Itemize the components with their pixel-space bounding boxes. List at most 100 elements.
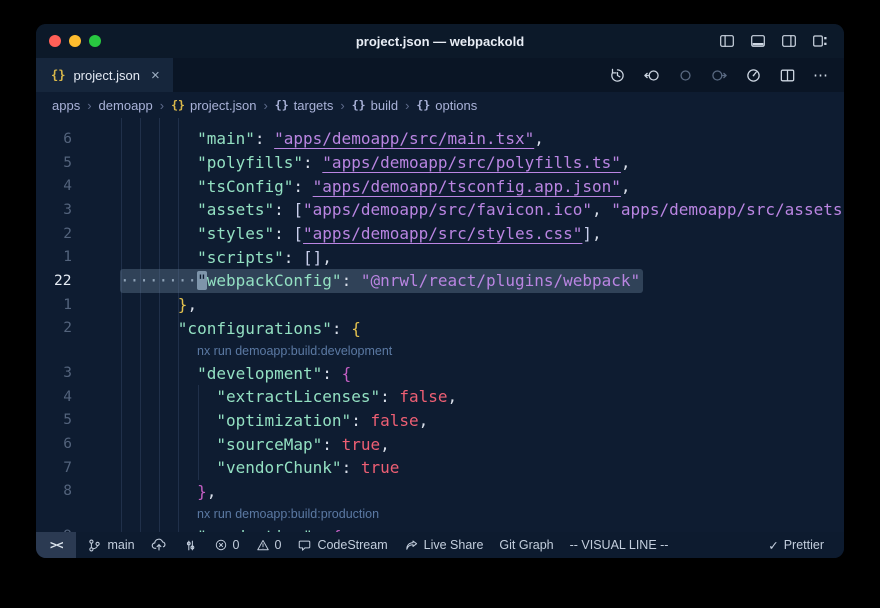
minimize-window-button[interactable]	[69, 35, 81, 47]
tab-project-json[interactable]: {} project.json ×	[36, 58, 173, 92]
code-token: ,	[621, 153, 631, 172]
codelens-run-link[interactable]: nx run demoapp:build:production	[92, 507, 379, 521]
status-bar-left: ><main00CodeStreamLive ShareGit Graph-- …	[36, 532, 676, 558]
line-number: 7	[36, 460, 92, 476]
code-line[interactable]: 4 "extractLicenses": false,	[36, 385, 844, 409]
code-line[interactable]: 3 "assets": ["apps/demoapp/src/favicon.i…	[36, 198, 844, 222]
code-line[interactable]: 22········"webpackConfig": "@nrwl/react/…	[36, 269, 844, 293]
status-prettier[interactable]: ✓Prettier	[760, 532, 832, 558]
check-icon: ✓	[768, 538, 778, 553]
code-line[interactable]: 5 "polyfills": "apps/demoapp/src/polyfil…	[36, 151, 844, 175]
close-tab-icon[interactable]: ×	[151, 67, 160, 84]
code-token	[120, 295, 178, 314]
toggle-secondary-sidebar-icon[interactable]	[781, 33, 797, 49]
close-window-button[interactable]	[49, 35, 61, 47]
line-number: 22	[36, 273, 92, 289]
line-number: 1	[36, 249, 92, 265]
customize-layout-icon[interactable]	[812, 33, 828, 49]
code-token	[120, 364, 197, 383]
run-target-icon[interactable]	[745, 67, 762, 84]
code-line[interactable]: 1 },	[36, 293, 844, 317]
code-line[interactable]: 4 "tsConfig": "apps/demoapp/tsconfig.app…	[36, 174, 844, 198]
split-editor-icon[interactable]	[779, 67, 796, 84]
code-token: "styles"	[197, 224, 274, 243]
code-text: "polyfills": "apps/demoapp/src/polyfills…	[92, 153, 631, 172]
code-token: "apps/demoapp/src/styles.css"	[303, 224, 582, 243]
code-line[interactable]: 2 "styles": ["apps/demoapp/src/styles.cs…	[36, 222, 844, 246]
line-number: 5	[36, 155, 92, 171]
line-number: 3	[36, 365, 92, 381]
breadcrumb-label: demoapp	[99, 98, 153, 113]
code-token: :	[322, 364, 341, 383]
code-line[interactable]: 6 "main": "apps/demoapp/src/main.tsx",	[36, 127, 844, 151]
code-token: ,	[448, 387, 458, 406]
navigate-back-icon[interactable]	[643, 67, 660, 84]
breadcrumb-item-demoapp[interactable]: demoapp	[99, 98, 153, 113]
code-text: "sourceMap": true,	[92, 435, 390, 454]
more-actions-icon[interactable]: ⋯	[813, 66, 829, 84]
toggle-primary-sidebar-icon[interactable]	[719, 33, 735, 49]
code-line[interactable]: 2 "configurations": {	[36, 317, 844, 341]
layout-controls	[719, 33, 844, 49]
code-token: :	[342, 458, 361, 477]
code-text: "configurations": {	[92, 319, 361, 338]
code-token: :	[332, 319, 351, 338]
breadcrumb-item-options[interactable]: {}options	[416, 98, 477, 113]
status-source-control-graph[interactable]	[175, 532, 206, 558]
status-codestream[interactable]: CodeStream	[289, 532, 395, 558]
breadcrumb-separator-icon: ›	[333, 98, 351, 113]
status-git-graph[interactable]: Git Graph	[491, 532, 561, 558]
breadcrumb-item-build[interactable]: {}build	[352, 98, 398, 113]
breadcrumb-label: project.json	[190, 98, 256, 113]
toggle-panel-icon[interactable]	[750, 33, 766, 49]
timeline-history-icon[interactable]	[609, 67, 626, 84]
code-text: "assets": ["apps/demoapp/src/favicon.ico…	[92, 200, 844, 219]
code-token: :	[380, 387, 399, 406]
code-text: ········"webpackConfig": "@nrwl/react/pl…	[92, 269, 643, 293]
breadcrumb-item-apps[interactable]: apps	[52, 98, 80, 113]
status-errors[interactable]: 0	[206, 532, 248, 558]
code-line[interactable]: 3 "development": {	[36, 361, 844, 385]
code-line[interactable]: 7 "vendorChunk": true	[36, 456, 844, 480]
status-vim-mode[interactable]: -- VISUAL LINE --	[562, 532, 677, 558]
error-icon	[214, 538, 228, 552]
code-token: ,	[207, 482, 217, 501]
code-line[interactable]: 5 "optimization": false,	[36, 409, 844, 433]
code-token: "configurations"	[178, 319, 332, 338]
status-item-label: Live Share	[424, 538, 484, 552]
code-token: [	[293, 200, 303, 219]
status-remote-indicator[interactable]: ><	[36, 532, 76, 558]
code-token: "apps/demoapp/src/main.tsx"	[274, 129, 534, 148]
code-text: "development": {	[92, 364, 351, 383]
codelens-line[interactable]: nx run demoapp:build:production	[36, 503, 844, 524]
code-text: "scripts": [],	[92, 248, 332, 267]
codelens-line[interactable]: nx run demoapp:build:development	[36, 340, 844, 361]
status-item-label: Git Graph	[499, 538, 553, 552]
code-line[interactable]: 6 "sourceMap": true,	[36, 432, 844, 456]
remote-window-icon: ><	[50, 538, 62, 552]
code-editor[interactable]: 6 "main": "apps/demoapp/src/main.tsx",5 …	[36, 118, 844, 532]
code-token: "extractLicenses"	[216, 387, 380, 406]
code-token: {	[351, 319, 361, 338]
code-token: :	[274, 200, 293, 219]
code-line[interactable]: 9 "production": {	[36, 524, 844, 532]
status-live-share[interactable]: Live Share	[396, 532, 492, 558]
status-git-branch[interactable]: main	[79, 532, 142, 558]
status-sync[interactable]	[143, 532, 175, 558]
line-number: 8	[36, 483, 92, 499]
code-token: {	[332, 527, 342, 532]
share-icon	[404, 538, 419, 553]
codelens-run-link[interactable]: nx run demoapp:build:development	[92, 344, 392, 358]
line-number: 6	[36, 131, 92, 147]
code-token: ,	[419, 411, 429, 430]
breadcrumb-item-targets[interactable]: {}targets	[275, 98, 334, 113]
code-line[interactable]: 8 },	[36, 480, 844, 504]
code-token: ]	[582, 224, 592, 243]
breadcrumb-separator-icon: ›	[80, 98, 98, 113]
zoom-window-button[interactable]	[89, 35, 101, 47]
status-warnings[interactable]: 0	[248, 532, 290, 558]
code-line[interactable]: 1 "scripts": [],	[36, 245, 844, 269]
breadcrumb-item-project-json[interactable]: {}project.json	[171, 98, 256, 113]
code-token	[120, 177, 197, 196]
vscode-window: project.json — webpackold {} project.jso…	[36, 24, 844, 558]
